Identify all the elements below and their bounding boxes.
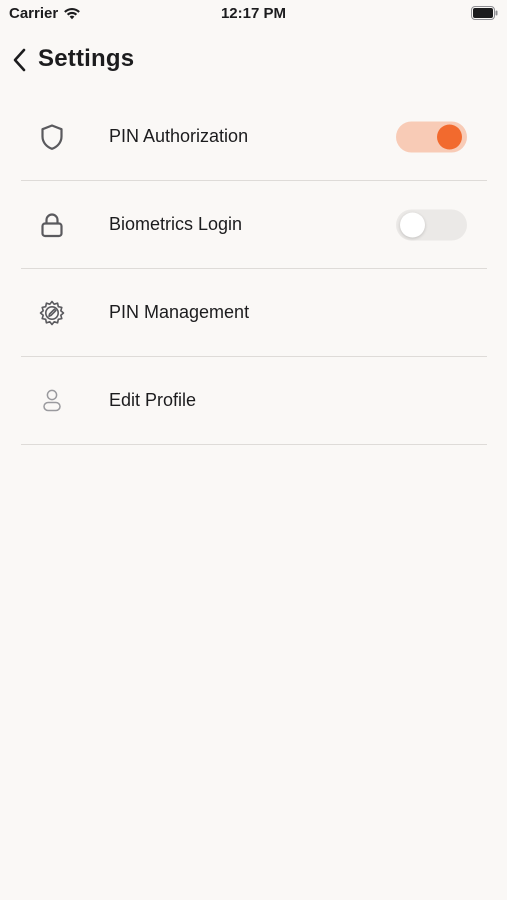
settings-row-label: Biometrics Login xyxy=(109,214,243,234)
settings-row-label: PIN Authorization xyxy=(109,126,249,146)
battery-icon xyxy=(471,6,498,20)
lock-icon xyxy=(36,209,68,241)
settings-row-pin-management[interactable]: PIN Management xyxy=(21,269,487,357)
back-button[interactable] xyxy=(8,46,30,74)
settings-row-biometrics-login[interactable]: Biometrics Login xyxy=(21,181,487,269)
settings-row-pin-authorization[interactable]: PIN Authorization xyxy=(21,93,487,181)
toggle-knob xyxy=(400,212,425,237)
settings-row-label: PIN Management xyxy=(109,302,250,322)
shield-icon xyxy=(36,121,68,153)
chevron-left-icon xyxy=(13,48,26,72)
settings-list: PIN Authorization Biometrics Login PIN M… xyxy=(21,93,487,445)
settings-row-label: Edit Profile xyxy=(109,390,197,410)
pin-authorization-toggle[interactable] xyxy=(396,121,467,152)
page-title: Settings xyxy=(38,45,135,72)
settings-row-edit-profile[interactable]: Edit Profile xyxy=(21,357,487,445)
biometrics-login-toggle[interactable] xyxy=(396,209,467,240)
navigation-bar: Settings xyxy=(0,40,507,80)
status-bar: Carrier 12:17 PM xyxy=(0,0,507,30)
toggle-knob xyxy=(437,124,462,149)
gear-edit-icon xyxy=(36,297,68,329)
status-time: 12:17 PM xyxy=(220,5,287,22)
person-icon xyxy=(36,385,68,417)
